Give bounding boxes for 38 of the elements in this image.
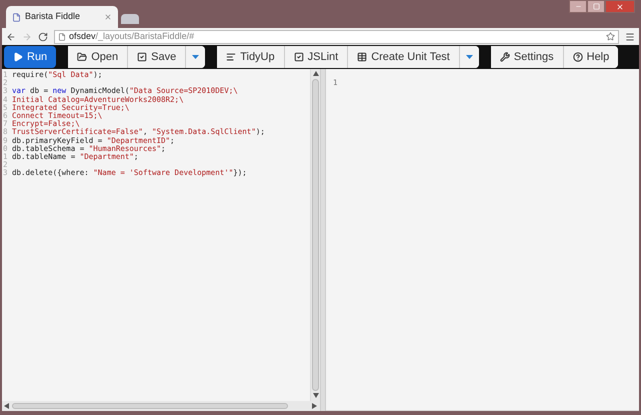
folder-icon <box>77 52 88 62</box>
reload-icon[interactable] <box>38 32 48 42</box>
wrench-icon <box>500 52 510 62</box>
vertical-scrollbar[interactable] <box>310 69 320 401</box>
menu-icon[interactable] <box>625 32 635 42</box>
close-icon <box>616 2 624 10</box>
tab-title: Barista Fiddle <box>25 10 82 24</box>
scroll-right-arrow-icon[interactable] <box>312 403 318 409</box>
dropdown-toggle[interactable] <box>185 46 206 68</box>
bookmark-star-icon[interactable] <box>606 32 615 41</box>
play-icon <box>13 52 23 62</box>
maximize-button[interactable] <box>587 0 605 13</box>
table-icon <box>357 52 368 62</box>
minimize-button[interactable] <box>569 0 587 13</box>
caret-icon <box>192 55 200 59</box>
help-icon <box>572 52 583 62</box>
check-square-icon <box>137 52 148 62</box>
dropdown-toggle[interactable] <box>458 46 479 68</box>
back-icon[interactable] <box>6 32 16 42</box>
maximize-icon <box>592 3 600 10</box>
check-square-icon <box>294 52 304 62</box>
caret-icon <box>466 55 473 59</box>
url-text: ofsdev/_layouts/BaristaFiddle/# <box>69 30 196 43</box>
toolbar-button[interactable]: Help <box>562 46 618 68</box>
scroll-left-arrow-icon[interactable] <box>4 403 10 409</box>
minimize-icon <box>574 3 582 10</box>
page-icon <box>12 12 21 22</box>
browser-tab[interactable]: Barista Fiddle <box>6 6 118 28</box>
page-icon <box>58 32 66 40</box>
align-left-icon <box>226 52 236 62</box>
address-bar[interactable]: ofsdev/_layouts/BaristaFiddle/# <box>54 30 619 44</box>
close-window-button[interactable] <box>605 0 635 13</box>
close-icon <box>104 13 112 21</box>
run-button[interactable]: Run <box>4 46 56 68</box>
horizontal-scrollbar[interactable] <box>2 401 320 411</box>
scroll-down-arrow-icon[interactable] <box>312 393 318 399</box>
scroll-up-arrow-icon[interactable] <box>312 71 318 77</box>
new-tab-button[interactable] <box>121 14 139 24</box>
